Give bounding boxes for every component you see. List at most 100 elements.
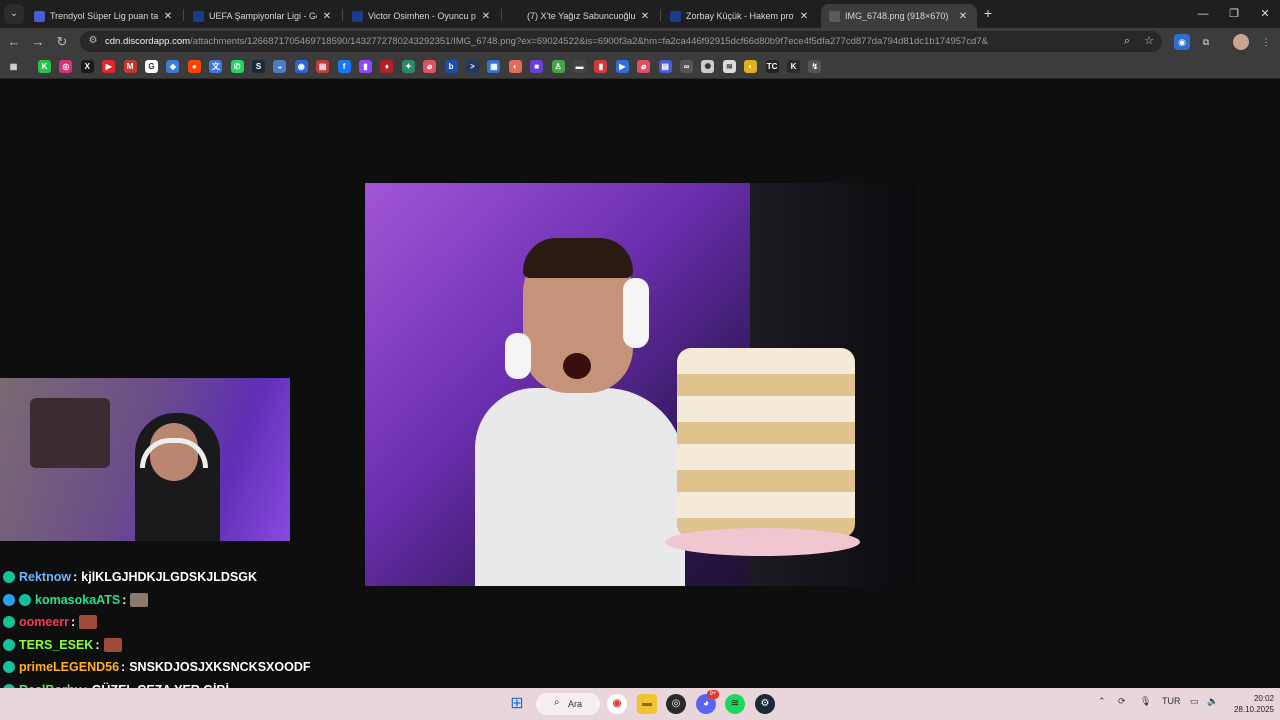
sync-icon[interactable]: ⟳ [1118, 696, 1126, 707]
tab-strip: ⌄ Trendyol Süper Lig puan tablosu✕UEFA Ş… [0, 0, 1280, 28]
tab-title: (7) X'te Yağız Sabuncuoğlu: " [527, 11, 635, 21]
x-icon [511, 10, 522, 22]
tab-close-icon[interactable]: ✕ [321, 11, 333, 22]
app-icon[interactable]: ◉ [294, 60, 308, 73]
app-icon[interactable]: ↯ [808, 60, 822, 73]
facebook-icon[interactable]: f [337, 60, 351, 73]
chat-message: oomeerr : [3, 613, 98, 631]
app-icon[interactable]: ▬ [573, 60, 586, 73]
app-icon[interactable]: ◆ [166, 60, 180, 73]
site-info-icon[interactable]: ⚙ [86, 34, 100, 48]
twitch-icon[interactable]: ▮ [359, 60, 372, 73]
prime-icon[interactable]: > [466, 60, 479, 73]
app-icon[interactable]: K [787, 60, 800, 73]
gmail-icon[interactable]: M [123, 60, 137, 73]
steam-icon[interactable]: ⚙ [755, 694, 775, 714]
tab-title: UEFA Şampiyonlar Ligi - Gol Kralları [209, 11, 317, 21]
microphone-icon[interactable]: 🎙 [1140, 696, 1151, 707]
app-icon[interactable]: ≋ [722, 60, 736, 73]
restore-button[interactable]: ❐ [1224, 4, 1244, 24]
chat-username[interactable]: oomeerr [19, 615, 69, 629]
app-icon[interactable]: ✦ [401, 60, 415, 73]
whatsapp-icon[interactable]: ✆ [230, 60, 244, 73]
chat-separator: : [73, 570, 78, 584]
tab-close-icon[interactable]: ✕ [798, 11, 810, 22]
forward-arrow-icon[interactable]: → [29, 33, 47, 51]
translate-icon[interactable]: 文 [209, 60, 223, 73]
browser-tab[interactable]: Victor Osimhen - Oyuncu profili ✕ [344, 4, 500, 28]
network-icon[interactable]: ▭ [1190, 696, 1199, 707]
app-icon[interactable]: ◐ [508, 60, 522, 73]
link-icon[interactable]: ∞ [680, 60, 693, 73]
zoom-icon[interactable]: ⌕ [1120, 34, 1134, 48]
profile-avatar[interactable] [1233, 34, 1249, 50]
close-window-button[interactable]: ✕ [1255, 4, 1275, 24]
app-icon[interactable]: ▤ [316, 60, 330, 73]
back-arrow-icon[interactable]: ← [5, 33, 23, 51]
app-icon[interactable]: ♙ [551, 60, 565, 73]
app-icon[interactable]: ▦ [487, 60, 501, 73]
volume-icon[interactable]: 🔈 [1207, 696, 1218, 707]
language-indicator[interactable]: TUR [1162, 696, 1181, 706]
app-icon[interactable]: ⌀ [423, 60, 437, 73]
address-bar[interactable]: ⚙ cdn.discordapp.com/attachments/1266871… [80, 31, 1162, 52]
apps-grid-icon[interactable]: ▦ [7, 60, 20, 73]
app-icon[interactable]: ◒ [273, 60, 287, 73]
chevron-up-icon[interactable]: ⌃ [1098, 696, 1106, 707]
reload-icon[interactable]: ↻ [53, 33, 71, 51]
tab-search-chevron-icon[interactable]: ⌄ [4, 4, 24, 24]
app-icon[interactable]: TC [765, 60, 779, 73]
system-clock[interactable]: 20:02 28.10.2025 [1222, 693, 1274, 715]
bookmark-star-icon[interactable]: ☆ [1142, 34, 1156, 48]
browser-tab[interactable]: (7) X'te Yağız Sabuncuoğlu: " ✕ [503, 4, 659, 28]
steam-icon[interactable]: S [252, 60, 265, 73]
app-icon[interactable]: ▮ [594, 60, 608, 73]
x-icon[interactable]: X [80, 60, 94, 73]
streamer-webcam [0, 378, 290, 541]
bing-icon[interactable]: b [444, 60, 458, 73]
displayed-image[interactable] [365, 183, 915, 586]
menu-kebab-icon[interactable]: ⋮ [1258, 34, 1274, 50]
chat-username[interactable]: primeLEGEND56 [19, 660, 119, 674]
app-icon[interactable]: ▶ [615, 60, 629, 73]
youtube-icon[interactable]: ▶ [102, 60, 116, 73]
browser-tab[interactable]: Trendyol Süper Lig puan tablosu ✕ [26, 4, 182, 28]
discord-notification-badge: 9+ [707, 690, 719, 699]
file-explorer-icon[interactable]: ▬ [637, 694, 657, 714]
app-icon[interactable]: ⌀ [637, 60, 651, 73]
chat-username[interactable]: TERS_ESEK [19, 638, 93, 652]
tab-close-icon[interactable]: ✕ [639, 11, 651, 22]
browser-tab[interactable]: UEFA Şampiyonlar Ligi - Gol Kralları ✕ [185, 4, 341, 28]
app-icon[interactable]: ◎ [666, 694, 686, 714]
instagram-icon[interactable]: ◎ [59, 60, 73, 73]
stack-icon [34, 10, 45, 22]
windows-start-icon[interactable]: ⊞ [507, 694, 527, 714]
chat-username[interactable]: Rektnow [19, 570, 71, 584]
spotify-icon[interactable]: ≋ [725, 694, 745, 714]
browser-tab[interactable]: Zorbay Küçük - Hakem profili | ✕ [662, 4, 818, 28]
app-icon[interactable]: ♦ [380, 60, 394, 73]
kick-icon[interactable]: K [38, 60, 51, 73]
app-icon[interactable]: ✺ [701, 60, 715, 73]
tab-close-icon[interactable]: ✕ [957, 11, 969, 22]
chat-badge-icon [3, 593, 15, 606]
app-icon[interactable]: ▤ [658, 60, 672, 73]
extension-icon[interactable]: ◉ [1174, 34, 1190, 50]
taskbar-search[interactable]: ⌕ Ara [536, 693, 600, 715]
app-icon[interactable]: ◐ [744, 60, 758, 73]
chrome-icon[interactable]: ◉ [607, 694, 627, 714]
url-text[interactable]: cdn.discordapp.com/attachments/126687170… [105, 36, 988, 47]
tab-close-icon[interactable]: ✕ [162, 11, 174, 22]
chat-username[interactable]: komasokaATS [35, 593, 120, 607]
search-label: Ara [568, 699, 583, 709]
tab-close-icon[interactable]: ✕ [480, 11, 492, 22]
bookmarks-bar: ▦ K ◎ X ▶ M G ◆ ● 文 ✆ S ◒ ◉ ▤ f ▮ ♦ ✦ ⌀ b > ▦ ◐ ■ ♙ ▬ ▮ ▶ ⌀ ▤ ∞ ✺ ≋ ◐ TC K ↯ [0, 55, 1280, 79]
minimize-button[interactable]: — [1193, 4, 1213, 24]
browser-toolbar: ← → ↻ ⚙ cdn.discordapp.com/attachments/1… [0, 28, 1280, 55]
puzzle-extensions-icon[interactable]: ⧉ [1198, 34, 1214, 50]
reddit-icon[interactable]: ● [187, 60, 201, 73]
browser-tab[interactable]: IMG_6748.png (918×670) ✕ [821, 4, 977, 28]
google-icon[interactable]: G [145, 60, 158, 73]
app-icon[interactable]: ■ [530, 60, 544, 73]
new-tab-button[interactable]: + [980, 5, 996, 21]
